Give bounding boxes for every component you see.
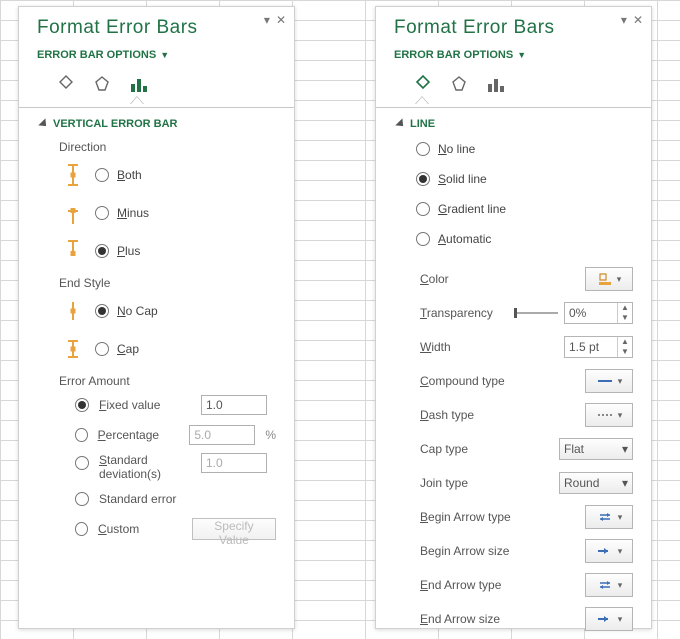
begin-arrow-size-picker[interactable]: ▾ <box>585 539 633 563</box>
chevron-down-icon: ▾ <box>617 274 622 285</box>
prop-dash: Dash type ▾ <box>376 398 651 432</box>
effects-icon[interactable] <box>448 73 470 95</box>
section-line[interactable]: LINE <box>376 108 651 134</box>
radio[interactable] <box>95 206 109 220</box>
prop-compound: Compound type ▾ <box>376 364 651 398</box>
stddev-input[interactable] <box>201 453 267 473</box>
end-style-label: End Style <box>19 270 294 292</box>
fixed-value-input[interactable] <box>201 395 267 415</box>
join-type-select[interactable]: Round ▾ <box>559 472 633 494</box>
direction-plus-icon <box>66 238 80 264</box>
chevron-down-icon: ▾ <box>618 614 623 625</box>
line-solid[interactable]: Solid line <box>376 164 651 194</box>
format-error-bars-pane-line: ▾ ✕ Format Error Bars ERROR BAR OPTIONS … <box>375 6 652 629</box>
chevron-down-icon: ▼ <box>517 50 526 60</box>
pane-title: Format Error Bars <box>37 17 282 39</box>
format-error-bars-pane-errorbar: ▾ ✕ Format Error Bars ERROR BAR OPTIONS … <box>18 6 295 629</box>
prop-begin-arrow-type: Begin Arrow type ▾ <box>376 500 651 534</box>
fill-icon[interactable] <box>55 73 77 95</box>
radio[interactable] <box>416 232 430 246</box>
prop-width: Width ▲▼ <box>376 330 651 364</box>
radio[interactable] <box>75 428 88 442</box>
line-automatic[interactable]: Automatic <box>376 224 651 254</box>
radio[interactable] <box>95 304 109 318</box>
radio[interactable] <box>95 168 109 182</box>
end-style-cap[interactable]: Cap <box>19 330 294 368</box>
error-bar-options-icon[interactable] <box>484 73 506 95</box>
close-icon[interactable]: ✕ <box>633 13 643 27</box>
error-bar-options-dropdown[interactable]: ERROR BAR OPTIONS ▼ <box>37 49 282 61</box>
direction-minus[interactable]: Minus <box>19 194 294 232</box>
section-vertical-error-bar[interactable]: VERTICAL ERROR BAR <box>19 108 294 134</box>
cap-type-select[interactable]: Flat ▾ <box>559 438 633 460</box>
color-picker[interactable]: ▾ <box>585 267 633 291</box>
error-amount-stderr[interactable]: Standard error <box>19 484 294 514</box>
chevron-down-icon: ▾ <box>622 476 628 490</box>
radio[interactable] <box>75 522 88 536</box>
error-amount-label: Error Amount <box>19 368 294 390</box>
width-input[interactable]: ▲▼ <box>564 336 633 358</box>
end-arrow-size-picker[interactable]: ▾ <box>585 607 633 631</box>
error-bar-options-icon[interactable] <box>127 73 149 95</box>
chevron-down-icon: ▾ <box>618 580 623 591</box>
end-nocap-icon <box>66 298 80 324</box>
error-amount-custom[interactable]: Custom Specify Value <box>19 514 294 544</box>
radio[interactable] <box>416 142 430 156</box>
radio[interactable] <box>75 492 89 506</box>
percent-unit: % <box>265 428 276 442</box>
chevron-down-icon: ▾ <box>618 512 623 523</box>
chevron-down-icon: ▾ <box>618 376 623 387</box>
collapse-icon <box>38 118 49 129</box>
prop-cap-type: Cap type Flat ▾ <box>376 432 651 466</box>
error-amount-fixed[interactable]: Fixed value <box>19 390 294 420</box>
end-cap-icon <box>66 336 80 362</box>
end-style-nocap[interactable]: No Cap <box>19 292 294 330</box>
prop-end-arrow-type: End Arrow type ▾ <box>376 568 651 602</box>
task-pane-options-icon[interactable]: ▾ <box>264 13 270 27</box>
transparency-slider[interactable] <box>514 312 558 314</box>
prop-transparency: Transparency ▲▼ <box>376 296 651 330</box>
error-bar-options-dropdown[interactable]: ERROR BAR OPTIONS ▼ <box>394 49 639 61</box>
line-gradient[interactable]: Gradient line <box>376 194 651 224</box>
chevron-down-icon: ▼ <box>160 50 169 60</box>
radio[interactable] <box>416 202 430 216</box>
line-none[interactable]: No line <box>376 134 651 164</box>
direction-minus-icon <box>66 200 80 226</box>
radio[interactable] <box>95 342 109 356</box>
prop-begin-arrow-size: Begin Arrow size ▾ <box>376 534 651 568</box>
end-arrow-type-picker[interactable]: ▾ <box>585 573 633 597</box>
task-pane-options-icon[interactable]: ▾ <box>621 13 627 27</box>
chevron-down-icon: ▾ <box>618 410 623 421</box>
prop-color: Color ▾ <box>376 262 651 296</box>
prop-end-arrow-size: End Arrow size ▾ <box>376 602 651 636</box>
compound-type-picker[interactable]: ▾ <box>585 369 633 393</box>
transparency-input[interactable]: ▲▼ <box>564 302 633 324</box>
dash-type-picker[interactable]: ▾ <box>585 403 633 427</box>
direction-both[interactable]: Both <box>19 156 294 194</box>
direction-plus[interactable]: Plus <box>19 232 294 270</box>
chevron-down-icon: ▾ <box>618 546 623 557</box>
close-icon[interactable]: ✕ <box>276 13 286 27</box>
chevron-down-icon: ▾ <box>622 442 628 456</box>
collapse-icon <box>395 118 406 129</box>
prop-join-type: Join type Round ▾ <box>376 466 651 500</box>
radio[interactable] <box>75 398 89 412</box>
fill-icon[interactable] <box>412 73 434 95</box>
begin-arrow-type-picker[interactable]: ▾ <box>585 505 633 529</box>
effects-icon[interactable] <box>91 73 113 95</box>
radio[interactable] <box>95 244 109 258</box>
direction-both-icon <box>66 162 80 188</box>
radio[interactable] <box>416 172 430 186</box>
specify-value-button[interactable]: Specify Value <box>192 518 276 540</box>
direction-label: Direction <box>19 134 294 156</box>
radio[interactable] <box>75 456 89 470</box>
percentage-input[interactable] <box>189 425 255 445</box>
error-amount-percentage[interactable]: Percentage % <box>19 420 294 450</box>
pane-title: Format Error Bars <box>394 17 639 39</box>
error-amount-stddev[interactable]: Standarddeviation(s) <box>19 450 294 484</box>
